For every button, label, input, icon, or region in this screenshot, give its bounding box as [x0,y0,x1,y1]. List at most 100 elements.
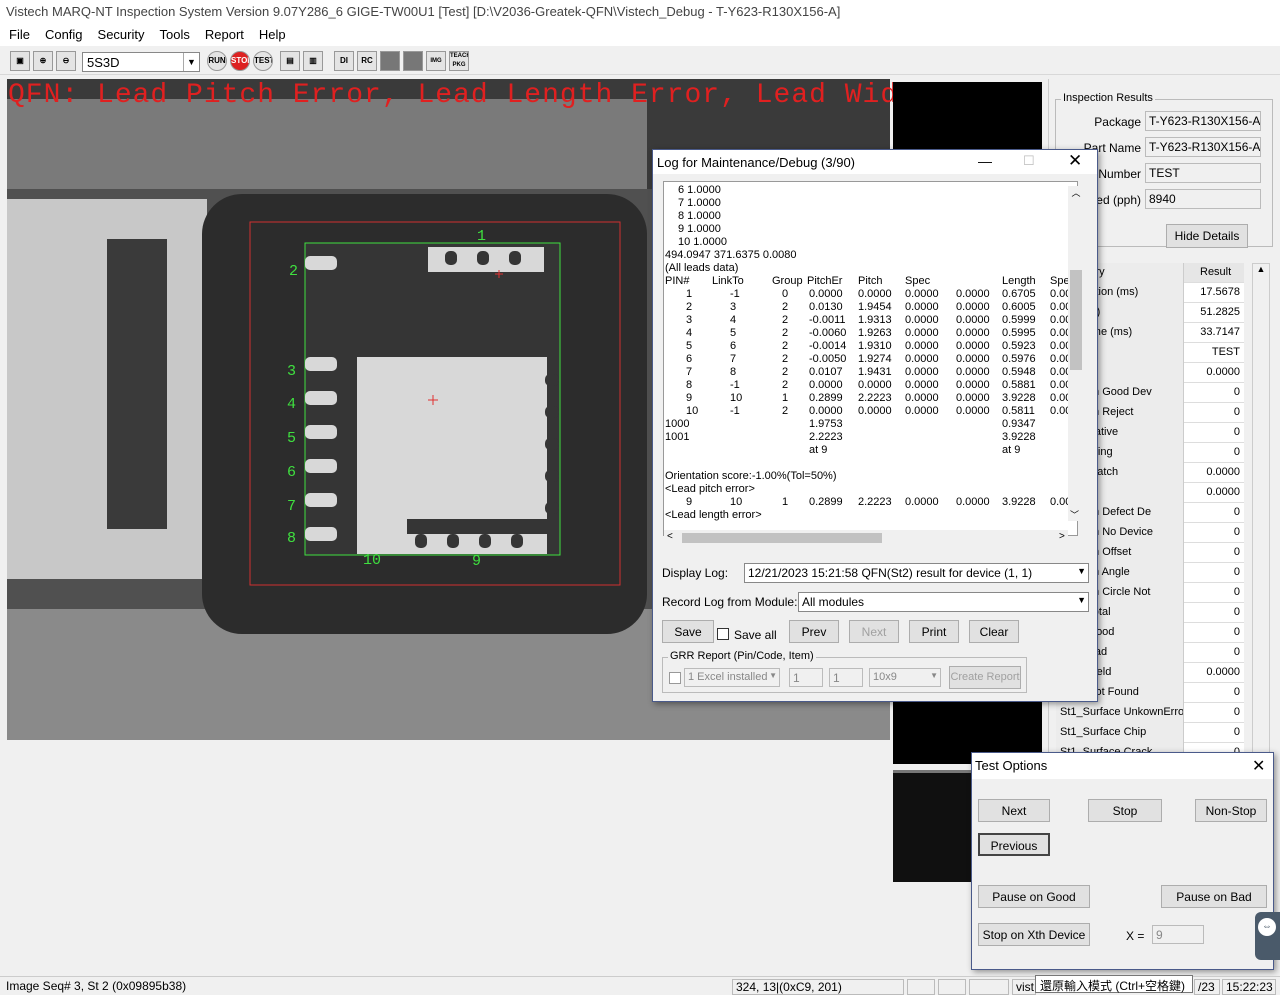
log-table-cell: -0.0014 [809,340,847,352]
log-table-cell: 0.0000 [809,379,843,391]
results-row-value: 0 [1233,606,1240,618]
log-table-cell: 0.0000 [956,314,990,326]
pause-on-bad-button[interactable]: Pause on Bad [1161,885,1267,908]
record-log-select[interactable]: All modules ▼ [798,592,1089,612]
close-icon[interactable]: ✕ [1252,756,1265,776]
log-table-cell: -1 [730,405,740,417]
log-table-cell: 0.5999 [1002,314,1036,326]
log-table-cell: 2 [782,379,789,391]
log-vscrollbar[interactable]: ︿ ﹀ [1068,186,1084,521]
test-icon[interactable]: TEST [253,51,273,71]
log-hscroll-thumb[interactable] [682,533,882,543]
pin-label-1: 1 [477,228,487,245]
menu-security[interactable]: Security [89,24,151,42]
scroll-up-icon[interactable]: ︿ [1068,186,1084,199]
scroll-down-icon[interactable]: ﹀ [1070,508,1079,521]
camera-icon[interactable]: ▣ [10,51,30,71]
results-row[interactable]: St1_Surface Chip 0 [1056,723,1244,743]
result-header[interactable]: Result [1184,263,1244,283]
speed-value: 8940 [1145,189,1261,209]
stop-on-xth-button[interactable]: Stop on Xth Device [978,923,1090,946]
minimize-icon[interactable]: — [978,153,992,169]
side-handle[interactable]: ⇔ [1255,912,1280,960]
save-button[interactable]: Save [662,620,714,643]
scroll-up-icon[interactable]: ▲ [1253,264,1269,274]
chevron-down-icon[interactable]: ▼ [930,671,938,680]
menu-report[interactable]: Report [196,24,250,42]
preview-pane-top [893,82,1042,152]
scroll-right-icon[interactable]: > [1059,531,1065,542]
hide-details-button[interactable]: Hide Details [1166,224,1248,248]
pause-on-good-button[interactable]: Pause on Good [978,885,1090,908]
status-vist: vist [1012,979,1036,995]
status-time: 15:22:23 [1222,979,1276,995]
teach-pkg-icon[interactable]: TEACH PKG [449,51,469,71]
non-stop-button[interactable]: Non-Stop [1195,799,1267,822]
chevron-down-icon[interactable]: ▼ [183,53,199,71]
image-icon[interactable]: IMG [426,51,446,71]
log-error-cell: 2.2223 [858,496,892,508]
maximize-icon[interactable]: ☐ [1023,153,1035,169]
log-table-cell: 0.0000 [956,301,990,313]
results-grid-scrollbar[interactable]: ▲ [1252,263,1270,753]
x-value-field[interactable]: 9 [1152,925,1204,944]
log-window-titlebar[interactable]: Log for Maintenance/Debug (3/90) — ☐ ✕ [653,150,1097,174]
print-button[interactable]: Print [909,620,959,643]
previous-device-button[interactable]: Previous [978,833,1050,856]
pin-label-2: 2 [289,263,299,280]
stop-icon[interactable]: STOP [230,51,250,71]
excel-select[interactable]: 1 Excel installed ▼ [684,668,780,687]
log-table-cell: 4 [686,327,693,339]
log-table-cell: 0.5923 [1002,340,1036,352]
log-table-cell: 1.9313 [858,314,892,326]
log-summary-length: 0.9347 [1002,418,1036,430]
log-col-header: Group [772,275,803,287]
scroll-left-icon[interactable]: < [667,531,673,542]
clear-button[interactable]: Clear [969,620,1019,643]
station-combo[interactable]: 5S3D ▼ [82,52,200,72]
create-report-button[interactable]: Create Report [949,666,1021,689]
log-col-header: PitchEr [807,275,843,287]
log-hscrollbar[interactable]: < > [664,530,1068,546]
log-table-cell: 0.0000 [956,379,990,391]
open-icon[interactable]: ▤ [280,51,300,71]
run-icon[interactable]: RUN [207,51,227,71]
chevron-down-icon[interactable]: ▼ [1077,595,1086,605]
log-table-cell: 1 [782,392,789,404]
log-text-area[interactable]: 6 1.0000 7 1.0000 8 1.0000 9 1.0000 10 1… [663,181,1078,536]
save-all-checkbox[interactable] [717,628,729,640]
rc-icon[interactable]: RC [357,51,377,71]
menu-help[interactable]: Help [250,24,292,42]
zoom-in-icon[interactable]: ⊕ [33,51,53,71]
grr-value-1[interactable]: 1 [789,668,823,687]
stop-button[interactable]: Stop [1088,799,1162,822]
di-icon[interactable]: DI [334,51,354,71]
display-log-select[interactable]: 12/21/2023 15:21:58 QFN(St2) result for … [744,563,1089,583]
chevron-down-icon[interactable]: ▼ [769,671,777,680]
grr-grid-select[interactable]: 10x9 ▼ [869,668,941,687]
next-device-button[interactable]: Next [978,799,1050,822]
test-options-titlebar[interactable]: Test Options ✕ [972,753,1273,779]
save-icon[interactable]: ▥ [303,51,323,71]
chevron-down-icon[interactable]: ▼ [1077,566,1086,576]
log-table-cell: 0.0000 [905,405,939,417]
next-button[interactable]: Next [849,620,899,643]
menu-config[interactable]: Config [36,24,89,42]
square2-icon[interactable] [403,51,423,71]
square-icon[interactable] [380,51,400,71]
status-cell-1 [907,979,935,995]
menu-tools[interactable]: Tools [151,24,196,42]
grr-value-2[interactable]: 1 [829,668,863,687]
zoom-out-icon[interactable]: ⊖ [56,51,76,71]
prev-button[interactable]: Prev [789,620,839,643]
close-icon[interactable]: ✕ [1068,151,1082,171]
results-row-value: 0.0000 [1206,486,1240,498]
results-row-value: 0 [1233,686,1240,698]
grr-checkbox[interactable] [669,672,681,684]
menu-file[interactable]: File [0,24,36,42]
log-vscroll-thumb[interactable] [1070,270,1082,370]
log-table-cell: 0.0000 [858,288,892,300]
log-table-cell: 1.9310 [858,340,892,352]
results-row[interactable]: St1_Surface UnkownErro 0 [1056,703,1244,723]
log-error-cell: 0.2899 [809,496,843,508]
